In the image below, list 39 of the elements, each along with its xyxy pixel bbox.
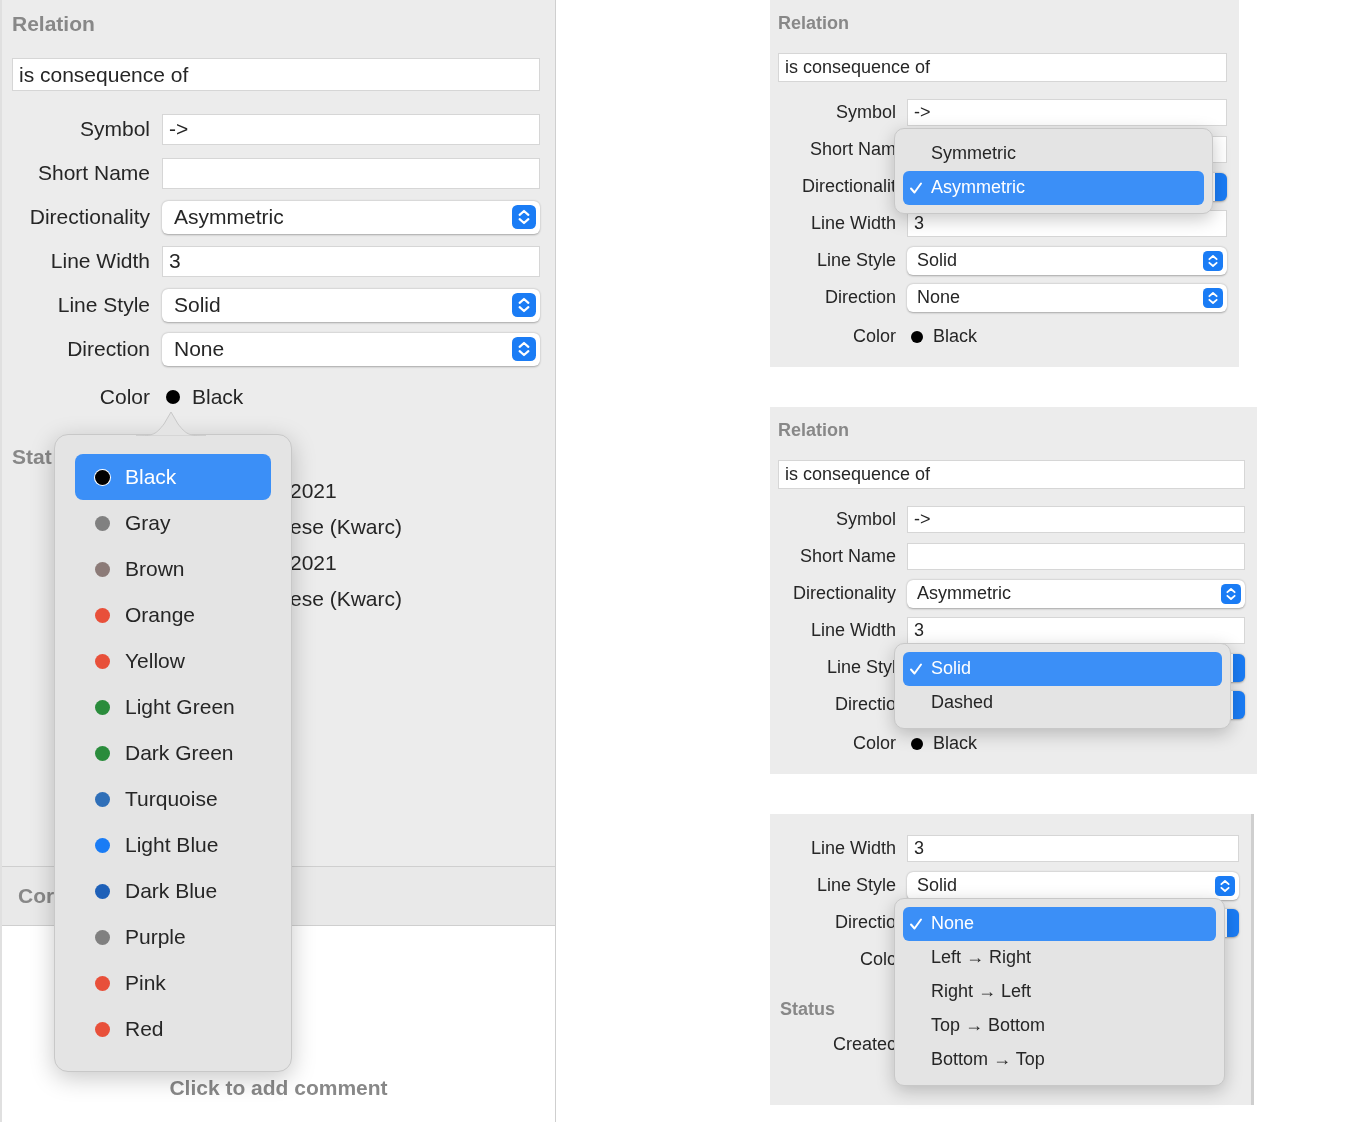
comment-placeholder: Click to add comment — [169, 1076, 388, 1100]
field-label: Directionality — [28, 205, 150, 229]
status-value: 2021 — [290, 550, 337, 576]
field-label: Line Width — [809, 620, 896, 641]
field-label: Line Width — [809, 213, 896, 234]
section-header: Relation — [778, 419, 850, 442]
field-label: Line Width — [49, 249, 150, 273]
field-label: Short Name — [36, 161, 150, 185]
field-label: Direction — [66, 337, 150, 361]
color-value: Black — [933, 733, 977, 754]
section-header: Stat — [12, 445, 52, 470]
section-header: Relation — [12, 11, 96, 37]
color-value: Black — [192, 385, 244, 409]
field-label: Short Nam — [808, 139, 896, 160]
color-value: Black — [933, 326, 977, 347]
field-label: Directio — [834, 694, 896, 715]
field-label: Color — [852, 326, 896, 347]
field-label: Symbol — [834, 102, 896, 123]
field-label: Color — [98, 385, 150, 409]
field-label: Symbol — [834, 509, 896, 530]
field-label: Line Width — [809, 838, 896, 859]
field-label: Short Name — [798, 546, 896, 567]
field-label: Line Style — [56, 293, 150, 317]
section-header: Cor — [18, 884, 55, 908]
field-label: Directionality — [791, 583, 896, 604]
status-value: 2021 — [290, 478, 337, 504]
field-label: Line Style — [815, 250, 896, 271]
field-label: Directionalit — [800, 176, 896, 197]
section-header: Relation — [778, 12, 850, 35]
status-value: ese (Kwarc) — [290, 514, 403, 540]
section-header: Status — [780, 998, 835, 1021]
field-label: Symbol — [78, 117, 150, 141]
field-label: Colc — [859, 949, 896, 970]
status-value: ese (Kwarc) — [290, 586, 403, 612]
field-label: Color — [852, 733, 896, 754]
field-label: Line Style — [815, 875, 896, 896]
field-label: Direction — [823, 287, 896, 308]
field-label: Directio — [834, 912, 896, 933]
field-label: Createc — [831, 1034, 896, 1055]
